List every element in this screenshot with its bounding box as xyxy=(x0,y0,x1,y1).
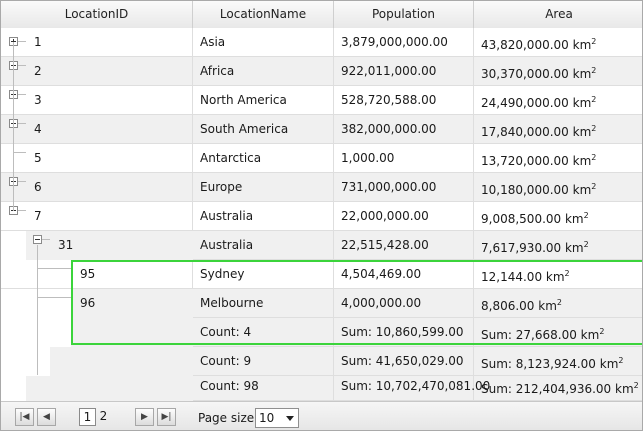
collapse-icon[interactable] xyxy=(33,235,42,244)
location-name: North America xyxy=(193,86,334,115)
location-id: 31 xyxy=(58,238,74,252)
page-size-value: 10 xyxy=(259,411,275,425)
location-name: Sydney xyxy=(193,260,334,289)
group-summary-row: Count: 4 Sum: 10,860,599.00 Sum: 27,668.… xyxy=(1,318,642,347)
summary-count: Count: 9 xyxy=(193,347,334,376)
summary-count: Count: 4 xyxy=(193,318,334,347)
location-id: 5 xyxy=(34,151,42,165)
chevron-down-icon xyxy=(286,416,294,421)
population: 922,011,000.00 xyxy=(334,57,474,86)
population: 22,515,428.00 xyxy=(334,231,474,260)
area: 10,180,000.00 km2 xyxy=(481,182,597,197)
previous-page-button[interactable]: ◀ xyxy=(37,408,56,426)
location-id: 4 xyxy=(34,122,42,136)
area: 7,617,930.00 km2 xyxy=(481,240,589,255)
tree-line xyxy=(37,245,38,375)
location-name: Australia xyxy=(193,202,334,231)
area: 30,370,000.00 km2 xyxy=(481,66,597,81)
location-id: 3 xyxy=(34,93,42,107)
location-name: Africa xyxy=(193,57,334,86)
table-row[interactable]: 96 Melbourne 4,000,000.00 8,806.00 km2 xyxy=(1,289,642,318)
area: 12,144.00 km2 xyxy=(481,269,570,284)
location-id: 2 xyxy=(34,64,42,78)
population: 1,000.00 xyxy=(334,144,474,173)
tree-list-grid: LocationID LocationName Population Area … xyxy=(0,0,643,431)
group-summary-row: Count: 9 Sum: 41,650,029.00 Sum: 8,123,9… xyxy=(1,347,642,376)
table-row[interactable]: 6 Europe 731,000,000.00 10,180,000.00 km… xyxy=(1,173,642,202)
area: 13,720,000.00 km2 xyxy=(481,153,597,168)
table-row[interactable]: 95 Sydney 4,504,469.00 12,144.00 km2 xyxy=(1,260,642,289)
next-page-button[interactable]: ▶ xyxy=(135,408,154,426)
location-id: 7 xyxy=(34,209,42,223)
page-size-label: Page size: xyxy=(198,411,259,425)
first-page-button[interactable]: |◀ xyxy=(15,408,34,426)
area: 24,490,000.00 km2 xyxy=(481,95,597,110)
table-row[interactable]: 1 Asia 3,879,000,000.00 43,820,000.00 km… xyxy=(1,28,642,57)
location-name: Asia xyxy=(193,28,334,57)
pager-bar: |◀ ◀ 1 2 ▶ ▶| Page size: 10 xyxy=(1,401,642,430)
page-link-2[interactable]: 2 xyxy=(97,408,110,426)
grid-header: LocationID LocationName Population Area xyxy=(1,1,642,29)
summary-area: Sum: 212,404,936.00 km2 xyxy=(481,381,639,396)
location-name: Europe xyxy=(193,173,334,202)
area: 9,008,500.00 km2 xyxy=(481,211,589,226)
summary-population: Sum: 41,650,029.00 xyxy=(334,347,474,376)
summary-area: Sum: 27,668.00 km2 xyxy=(481,327,605,342)
location-id: 6 xyxy=(34,180,42,194)
population: 382,000,000.00 xyxy=(334,115,474,144)
area: 43,820,000.00 km2 xyxy=(481,37,597,52)
location-name: Melbourne xyxy=(193,289,334,318)
location-id: 1 xyxy=(34,35,42,49)
last-page-button[interactable]: ▶| xyxy=(157,408,176,426)
header-area[interactable]: Area xyxy=(474,1,642,28)
tree-line xyxy=(13,42,14,211)
area: 17,840,000.00 km2 xyxy=(481,124,597,139)
population: 22,000,000.00 xyxy=(334,202,474,231)
location-id: 95 xyxy=(80,267,96,281)
population: 4,504,469.00 xyxy=(334,260,474,289)
location-name: Antarctica xyxy=(193,144,334,173)
summary-population: Sum: 10,860,599.00 xyxy=(334,318,474,347)
table-row[interactable]: 4 South America 382,000,000.00 17,840,00… xyxy=(1,115,642,144)
location-id: 96 xyxy=(80,296,96,310)
table-row[interactable]: 31 Australia 22,515,428.00 7,617,930.00 … xyxy=(1,231,642,260)
table-row[interactable]: 7 Australia 22,000,000.00 9,008,500.00 k… xyxy=(1,202,642,231)
population: 3,879,000,000.00 xyxy=(334,28,474,57)
page-link-1[interactable]: 1 xyxy=(79,408,96,426)
summary-count: Count: 98 xyxy=(193,376,334,401)
table-row[interactable]: 5 Antarctica 1,000.00 13,720,000.00 km2 xyxy=(1,144,642,173)
table-row[interactable]: 2 Africa 922,011,000.00 30,370,000.00 km… xyxy=(1,57,642,86)
table-row[interactable]: 3 North America 528,720,588.00 24,490,00… xyxy=(1,86,642,115)
first-page-icon: |◀ xyxy=(19,412,30,422)
summary-area: Sum: 8,123,924.00 km2 xyxy=(481,356,624,371)
header-population[interactable]: Population xyxy=(334,1,474,28)
area: 8,806.00 km2 xyxy=(481,298,562,313)
next-page-icon: ▶ xyxy=(141,412,148,422)
population: 731,000,000.00 xyxy=(334,173,474,202)
previous-page-icon: ◀ xyxy=(43,412,50,422)
summary-population: Sum: 10,702,470,081.00 xyxy=(334,376,490,401)
group-summary-row: Count: 98 Sum: 10,702,470,081.00 Sum: 21… xyxy=(1,376,642,401)
location-name: Australia xyxy=(193,231,334,260)
population: 4,000,000.00 xyxy=(334,289,474,318)
population: 528,720,588.00 xyxy=(334,86,474,115)
location-name: South America xyxy=(193,115,334,144)
header-location-name[interactable]: LocationName xyxy=(193,1,334,28)
page-size-select[interactable]: 10 xyxy=(255,408,299,428)
last-page-icon: ▶| xyxy=(161,412,172,422)
header-location-id[interactable]: LocationID xyxy=(1,1,193,28)
